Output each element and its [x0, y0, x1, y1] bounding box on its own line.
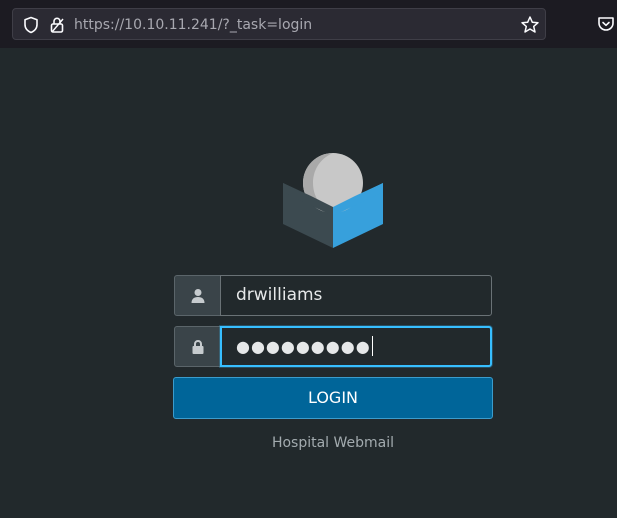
lock-icon — [192, 339, 204, 354]
pocket-icon[interactable] — [597, 15, 615, 33]
url-path: /?_task=login — [217, 17, 313, 33]
url-text[interactable]: https://10.10.11.241/?_task=login — [74, 16, 312, 34]
username-addon — [174, 275, 221, 316]
address-bar[interactable]: https://10.10.11.241/?_task=login — [12, 8, 546, 40]
username-input[interactable]: drwilliams — [220, 275, 492, 316]
username-field: drwilliams — [174, 275, 492, 316]
roundcube-logo — [283, 153, 383, 248]
password-addon — [174, 326, 221, 367]
user-icon — [191, 289, 205, 303]
password-input[interactable]: ●●●●●●●●● — [220, 326, 492, 367]
url-host: https://10.10.11.241 — [74, 17, 218, 33]
password-dots: ●●●●●●●●● — [236, 337, 371, 356]
text-caret — [371, 336, 373, 356]
shield-icon[interactable] — [22, 16, 40, 34]
star-icon[interactable] — [520, 15, 540, 35]
login-button[interactable]: LOGIN — [173, 377, 493, 419]
browser-toolbar: https://10.10.11.241/?_task=login — [0, 0, 617, 48]
footer-label: Hospital Webmail — [271, 435, 395, 451]
lock-icon[interactable] — [48, 16, 66, 34]
password-field: ●●●●●●●●● — [174, 326, 492, 367]
